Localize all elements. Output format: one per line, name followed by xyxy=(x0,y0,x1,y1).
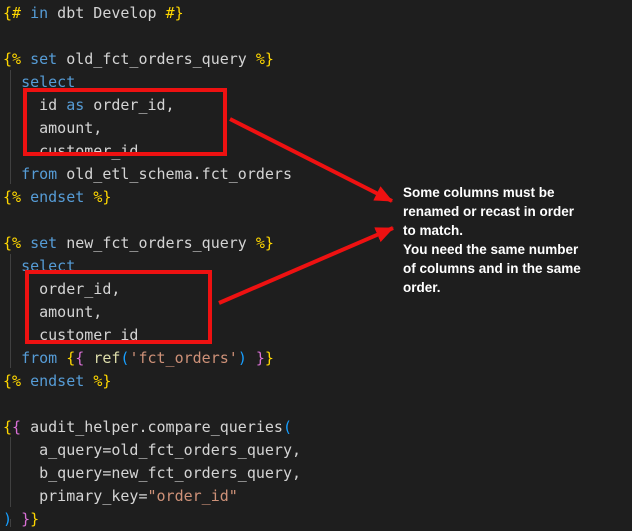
code-token: customer_id xyxy=(3,326,138,344)
code-token xyxy=(21,372,30,390)
code-token: 'fct_orders' xyxy=(129,349,237,367)
code-token xyxy=(21,50,30,68)
code-token: old_fct_orders_query xyxy=(57,50,256,68)
code-token: { xyxy=(75,349,84,367)
code-line[interactable] xyxy=(3,209,301,232)
code-token: select xyxy=(21,73,75,91)
code-token: } xyxy=(30,510,39,528)
code-line[interactable]: primary_key="order_id" xyxy=(3,485,301,508)
code-line[interactable]: select xyxy=(3,255,301,278)
code-token: %} xyxy=(256,50,274,68)
annotation-line: order. xyxy=(403,278,621,297)
code-token: ( xyxy=(283,418,292,436)
code-token: in xyxy=(30,4,48,22)
code-token: select xyxy=(21,257,75,275)
code-token: {% xyxy=(3,188,21,206)
code-token xyxy=(3,257,21,275)
code-token: %} xyxy=(93,188,111,206)
code-line[interactable]: order_id, xyxy=(3,278,301,301)
code-token: amount, xyxy=(3,119,102,137)
code-token: {# xyxy=(3,4,21,22)
code-token: dbt Develop xyxy=(48,4,165,22)
code-token xyxy=(84,188,93,206)
code-token: order_id, xyxy=(84,96,174,114)
code-token: from xyxy=(21,165,57,183)
code-line[interactable]: ) }} xyxy=(3,508,301,531)
code-token: {% xyxy=(3,234,21,252)
code-text[interactable]: {# in dbt Develop #} {% set old_fct_order… xyxy=(3,2,301,531)
annotation-text: Some columns must berenamed or recast in… xyxy=(403,183,621,297)
code-token: set xyxy=(30,50,57,68)
code-token: endset xyxy=(30,372,84,390)
code-token: id xyxy=(3,96,66,114)
code-line[interactable]: amount, xyxy=(3,301,301,324)
code-line[interactable]: amount, xyxy=(3,117,301,140)
code-token: } xyxy=(265,349,274,367)
code-line[interactable]: from old_etl_schema.fct_orders xyxy=(3,163,301,186)
code-token: {% xyxy=(3,50,21,68)
code-line[interactable] xyxy=(3,25,301,48)
code-line[interactable]: from {{ ref('fct_orders') }} xyxy=(3,347,301,370)
code-line[interactable]: {# in dbt Develop #} xyxy=(3,2,301,25)
code-token xyxy=(84,349,93,367)
code-editor[interactable]: {# in dbt Develop #} {% set old_fct_order… xyxy=(0,0,632,527)
code-token xyxy=(3,73,21,91)
code-line[interactable]: customer_id xyxy=(3,324,301,347)
code-token: "order_id" xyxy=(148,487,238,505)
code-token xyxy=(57,349,66,367)
code-token xyxy=(21,234,30,252)
annotation-line: renamed or recast in order xyxy=(403,202,621,221)
annotation-line: Some columns must be xyxy=(403,183,621,202)
code-token: ref xyxy=(93,349,120,367)
code-token: { xyxy=(12,418,21,436)
code-token: customer_id xyxy=(3,142,138,160)
code-token: endset xyxy=(30,188,84,206)
code-line[interactable]: {% set old_fct_orders_query %} xyxy=(3,48,301,71)
code-token: as xyxy=(66,96,84,114)
code-line[interactable]: {{ audit_helper.compare_queries( xyxy=(3,416,301,439)
annotation-line: You need the same number xyxy=(403,240,621,259)
code-token: amount, xyxy=(3,303,102,321)
code-token: primary_key= xyxy=(3,487,148,505)
code-token: { xyxy=(3,418,12,436)
code-token: new_fct_orders_query xyxy=(57,234,256,252)
code-token xyxy=(247,349,256,367)
code-token xyxy=(3,165,21,183)
code-line[interactable]: a_query=old_fct_orders_query, xyxy=(3,439,301,462)
code-line[interactable]: select xyxy=(3,71,301,94)
code-token: %} xyxy=(256,234,274,252)
code-token xyxy=(21,4,30,22)
code-token: old_etl_schema.fct_orders xyxy=(57,165,292,183)
code-token: {% xyxy=(3,372,21,390)
code-token: ) xyxy=(238,349,247,367)
code-token: set xyxy=(30,234,57,252)
code-line[interactable]: {% set new_fct_orders_query %} xyxy=(3,232,301,255)
code-line[interactable]: id as order_id, xyxy=(3,94,301,117)
code-token: %} xyxy=(93,372,111,390)
annotation-line: to match. xyxy=(403,221,621,240)
code-token: ) xyxy=(3,510,12,528)
code-line[interactable] xyxy=(3,393,301,416)
code-token: #} xyxy=(166,4,184,22)
code-line[interactable]: b_query=new_fct_orders_query, xyxy=(3,462,301,485)
code-line[interactable]: customer_id xyxy=(3,140,301,163)
annotation-line: of columns and in the same xyxy=(403,259,621,278)
code-token: } xyxy=(256,349,265,367)
code-token: a_query=old_fct_orders_query, xyxy=(3,441,301,459)
code-token: } xyxy=(21,510,30,528)
code-token: order_id, xyxy=(3,280,120,298)
code-line[interactable]: {% endset %} xyxy=(3,370,301,393)
code-token xyxy=(3,349,21,367)
code-token: from xyxy=(21,349,57,367)
code-token xyxy=(84,372,93,390)
code-token xyxy=(12,510,21,528)
code-token xyxy=(21,188,30,206)
code-token: b_query=new_fct_orders_query, xyxy=(3,464,301,482)
code-token: audit_helper.compare_queries xyxy=(21,418,283,436)
code-line[interactable]: {% endset %} xyxy=(3,186,301,209)
code-token: { xyxy=(66,349,75,367)
